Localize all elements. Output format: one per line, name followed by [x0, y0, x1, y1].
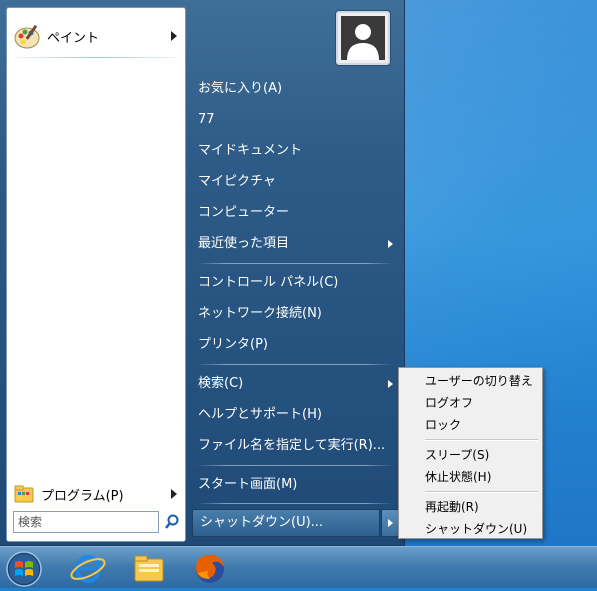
menu-item-label: ファイル名を指定して実行(R)...: [198, 438, 386, 453]
menu-item-label: お気に入り(A): [198, 81, 283, 96]
menu-item-label: 最近使った項目: [198, 236, 290, 251]
chevron-right-icon: [171, 489, 177, 499]
firefox-icon: [196, 555, 224, 583]
paint-icon: [13, 22, 41, 50]
divider: [425, 491, 538, 493]
submenu-item-sleep[interactable]: スリープ(S): [401, 444, 540, 466]
shutdown-submenu: ユーザーの切り替え ログオフ ロック スリープ(S) 休止状態(H) 再起動(R…: [398, 367, 543, 539]
submenu-item-shutdown[interactable]: シャットダウン(U): [401, 518, 540, 540]
menu-item-label: 検索(C): [198, 376, 244, 391]
menu-item-label: 77: [198, 112, 215, 127]
menu-item-favorites[interactable]: お気に入り(A): [190, 75, 400, 103]
file-explorer-button[interactable]: [127, 549, 171, 587]
submenu-item-label: ユーザーの切り替え: [425, 374, 533, 388]
all-programs-button[interactable]: プログラム(P): [13, 478, 181, 510]
menu-item-printers[interactable]: プリンタ(P): [190, 331, 400, 359]
search-icon[interactable]: [163, 513, 181, 531]
menu-item-label: マイドキュメント: [198, 143, 303, 158]
chevron-right-icon: [388, 240, 393, 248]
internet-explorer-button[interactable]: [66, 549, 110, 587]
taskbar: [0, 546, 597, 588]
divider: [196, 263, 394, 264]
menu-item-start-screen[interactable]: スタート画面(M): [190, 471, 400, 499]
submenu-item-label: ログオフ: [425, 396, 474, 410]
menu-item-run[interactable]: ファイル名を指定して実行(R)...: [190, 432, 400, 460]
shutdown-label: シャットダウン(U)...: [200, 515, 324, 530]
divider: [17, 57, 177, 58]
menu-item-computer[interactable]: コンピューター: [190, 199, 400, 227]
divider: [196, 503, 394, 504]
shutdown-button[interactable]: シャットダウン(U)...: [192, 509, 380, 537]
internet-explorer-icon: [70, 555, 106, 583]
submenu-item-label: シャットダウン(U): [425, 522, 528, 536]
all-programs-label: プログラム(P): [41, 488, 124, 504]
menu-item-recent-items[interactable]: 最近使った項目: [190, 230, 400, 258]
submenu-item-label: 再起動(R): [425, 500, 479, 514]
start-menu-left-pane: ペイント プログラム(P): [6, 7, 186, 542]
divider: [425, 439, 538, 441]
submenu-item-switch-user[interactable]: ユーザーの切り替え: [401, 370, 540, 392]
user-icon: [341, 16, 385, 60]
menu-item-help-support[interactable]: ヘルプとサポート(H): [190, 401, 400, 429]
submenu-item-lock[interactable]: ロック: [401, 414, 540, 436]
submenu-item-restart[interactable]: 再起動(R): [401, 496, 540, 518]
chevron-right-icon: [388, 380, 393, 388]
programs-folder-icon: [13, 483, 35, 505]
chevron-right-icon: [171, 31, 177, 41]
menu-item-my-documents[interactable]: マイドキュメント: [190, 137, 400, 165]
user-avatar[interactable]: [336, 11, 390, 65]
menu-item-my-pictures[interactable]: マイピクチャ: [190, 168, 400, 196]
menu-item-label: ネットワーク接続(N): [198, 306, 322, 321]
menu-item-network-connections[interactable]: ネットワーク接続(N): [190, 300, 400, 328]
pinned-item-paint[interactable]: ペイント: [13, 17, 181, 55]
search-input[interactable]: [13, 511, 159, 533]
menu-item-label: コンピューター: [198, 205, 290, 220]
menu-item-77[interactable]: 77: [190, 106, 400, 134]
file-explorer-icon: [134, 555, 164, 582]
menu-item-label: スタート画面(M): [198, 477, 298, 492]
submenu-item-logoff[interactable]: ログオフ: [401, 392, 540, 414]
start-orb-icon: [6, 551, 42, 587]
firefox-button[interactable]: [188, 549, 232, 587]
submenu-item-hibernate[interactable]: 休止状態(H): [401, 466, 540, 488]
menu-item-search[interactable]: 検索(C): [190, 370, 400, 398]
divider: [196, 364, 394, 365]
menu-item-control-panel[interactable]: コントロール パネル(C): [190, 269, 400, 297]
menu-item-label: プリンタ(P): [198, 337, 268, 352]
submenu-item-label: 休止状態(H): [425, 470, 492, 484]
menu-item-label: マイピクチャ: [198, 174, 276, 189]
menu-item-label: ヘルプとサポート(H): [198, 407, 322, 422]
start-orb-button[interactable]: [2, 549, 46, 587]
submenu-item-label: ロック: [425, 418, 462, 432]
divider: [196, 465, 394, 466]
start-menu: ペイント プログラム(P) 検索 お気に入り(A) 77 マイドキュメント マイ…: [0, 0, 405, 546]
pinned-item-label: ペイント: [47, 30, 100, 46]
menu-item-label: コントロール パネル(C): [198, 275, 339, 290]
submenu-item-label: スリープ(S): [425, 448, 490, 462]
